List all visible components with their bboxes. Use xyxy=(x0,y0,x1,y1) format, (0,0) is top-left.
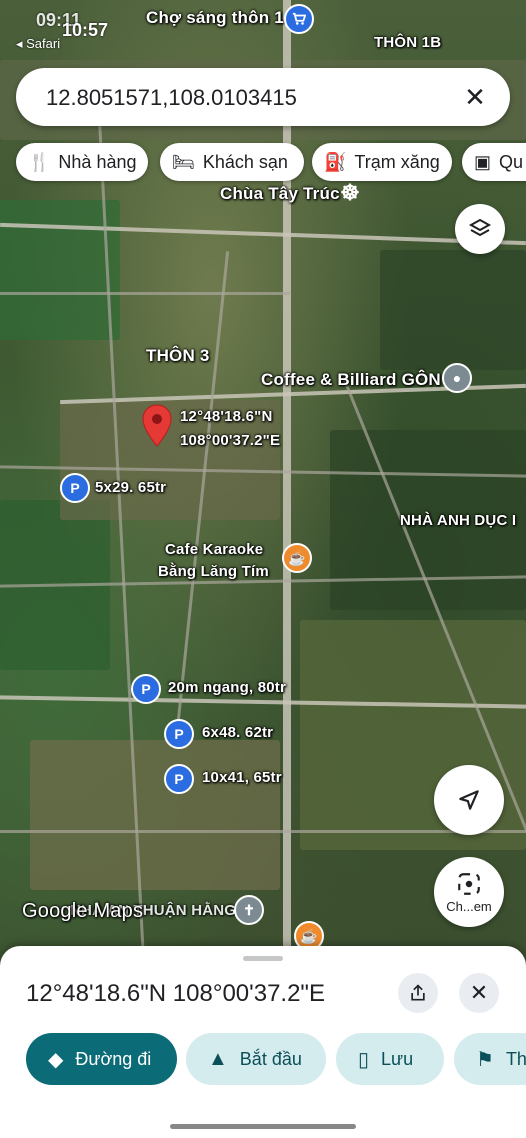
save-button[interactable]: ▯ Lưu xyxy=(336,1033,444,1085)
label-listing-1: 5x29. 65tr xyxy=(95,479,167,496)
directions-icon: ◆ xyxy=(48,1048,64,1071)
map-field xyxy=(30,740,280,890)
lens-label: Ch...em xyxy=(446,898,492,914)
start-button[interactable]: ▲ Bắt đầu xyxy=(186,1033,326,1085)
hotel-icon: 🛏 xyxy=(172,151,195,172)
label-button[interactable]: ⚑ Th xyxy=(454,1033,526,1085)
label-coffee-billiard: Coffee & Billiard GÔN xyxy=(261,370,441,389)
label-cafe-karaoke: Cafe Karaoke xyxy=(165,541,264,558)
home-indicator xyxy=(170,1124,356,1129)
shop-icon: ▣ xyxy=(474,151,492,172)
camera-search-icon xyxy=(458,872,480,895)
parking-marker-icon[interactable]: P xyxy=(131,674,161,704)
close-icon[interactable]: ✕ xyxy=(458,80,492,114)
parking-marker-icon[interactable]: P xyxy=(164,719,194,749)
parking-marker-icon[interactable]: P xyxy=(164,764,194,794)
label-chua-tay-truc: Chùa Tây Trúc xyxy=(220,184,340,203)
label-nha-anh-duc: NHÀ ANH DỤC I xyxy=(400,512,517,529)
pin-longitude: 108°00'37.2"E xyxy=(180,432,281,449)
start-label: Bắt đầu xyxy=(239,1048,302,1069)
chip-label: Qu xyxy=(499,151,524,172)
directions-label: Đường đi xyxy=(75,1048,152,1069)
chip-label: Trạm xăng xyxy=(354,151,440,172)
search-input[interactable]: 12.8051571,108.0103415 xyxy=(46,85,297,111)
flag-icon: ⚑ xyxy=(476,1048,494,1071)
road xyxy=(0,292,290,295)
google-maps-watermark: Google Maps xyxy=(22,900,144,922)
dropped-pin-icon[interactable] xyxy=(140,403,174,449)
cafe-marker-icon[interactable]: ☕ xyxy=(282,543,312,573)
navigation-arrow-icon xyxy=(459,790,479,810)
close-icon: ✕ xyxy=(469,980,489,1005)
directions-button[interactable]: ◆ Đường đi xyxy=(26,1033,177,1085)
share-icon xyxy=(411,984,425,1001)
map-field xyxy=(0,200,120,340)
pin-latitude: 12°48'18.6"N xyxy=(180,408,273,425)
search-box[interactable]: 12.8051571,108.0103415 ✕ xyxy=(16,68,510,126)
chip-gas-stations[interactable]: ⛽ Trạm xăng xyxy=(312,143,452,181)
bookmark-icon: ▯ xyxy=(358,1048,370,1071)
label-listing-4: 10x41, 65tr xyxy=(202,769,282,786)
lens-button[interactable]: Ch...em xyxy=(434,857,504,927)
label-thon-3: THÔN 3 xyxy=(146,346,210,365)
drag-handle[interactable] xyxy=(243,956,283,961)
chip-hotels[interactable]: 🛏 Khách sạn xyxy=(160,143,304,181)
place-coordinates: 12°48'18.6"N 108°00'37.2"E xyxy=(26,980,325,1007)
save-label: Lưu xyxy=(381,1048,414,1069)
label-button-text: Th xyxy=(505,1048,526,1069)
parking-marker-icon[interactable]: P xyxy=(60,473,90,503)
chip-shops[interactable]: ▣ Qu xyxy=(462,143,526,181)
status-bar: 09:11 10:57 ◂ Safari xyxy=(0,0,526,60)
status-time-overlay: 10:57 xyxy=(62,20,109,40)
chip-label: Nhà hàng xyxy=(58,151,137,172)
navigation-icon: ▲ xyxy=(208,1047,228,1070)
gas-station-icon: ⛽ xyxy=(324,151,347,172)
place-marker-icon[interactable]: ● xyxy=(442,363,472,393)
chip-label: Khách sạn xyxy=(202,151,288,172)
back-to-safari[interactable]: ◂ Safari xyxy=(16,36,60,52)
my-location-button[interactable] xyxy=(434,765,504,835)
close-sheet-button[interactable]: ✕ xyxy=(459,973,499,1013)
share-button[interactable] xyxy=(398,973,438,1013)
place-sheet[interactable]: 12°48'18.6"N 108°00'37.2"E ✕ ◆ Đường đi ▲… xyxy=(0,946,526,1138)
restaurant-icon: 🍴 xyxy=(28,151,51,172)
map-field xyxy=(380,250,526,370)
label-listing-2: 20m ngang, 80tr xyxy=(168,679,287,696)
layers-icon xyxy=(468,218,492,237)
temple-icon[interactable]: ☸ xyxy=(337,180,363,206)
label-listing-3: 6x48. 62tr xyxy=(202,724,274,741)
road xyxy=(0,830,526,833)
chip-restaurants[interactable]: 🍴 Nhà hàng xyxy=(16,143,148,181)
church-marker-icon[interactable]: ✝ xyxy=(234,895,264,925)
label-bang-lang-tim: Bằng Lăng Tím xyxy=(158,563,269,580)
layers-button[interactable] xyxy=(455,204,505,254)
